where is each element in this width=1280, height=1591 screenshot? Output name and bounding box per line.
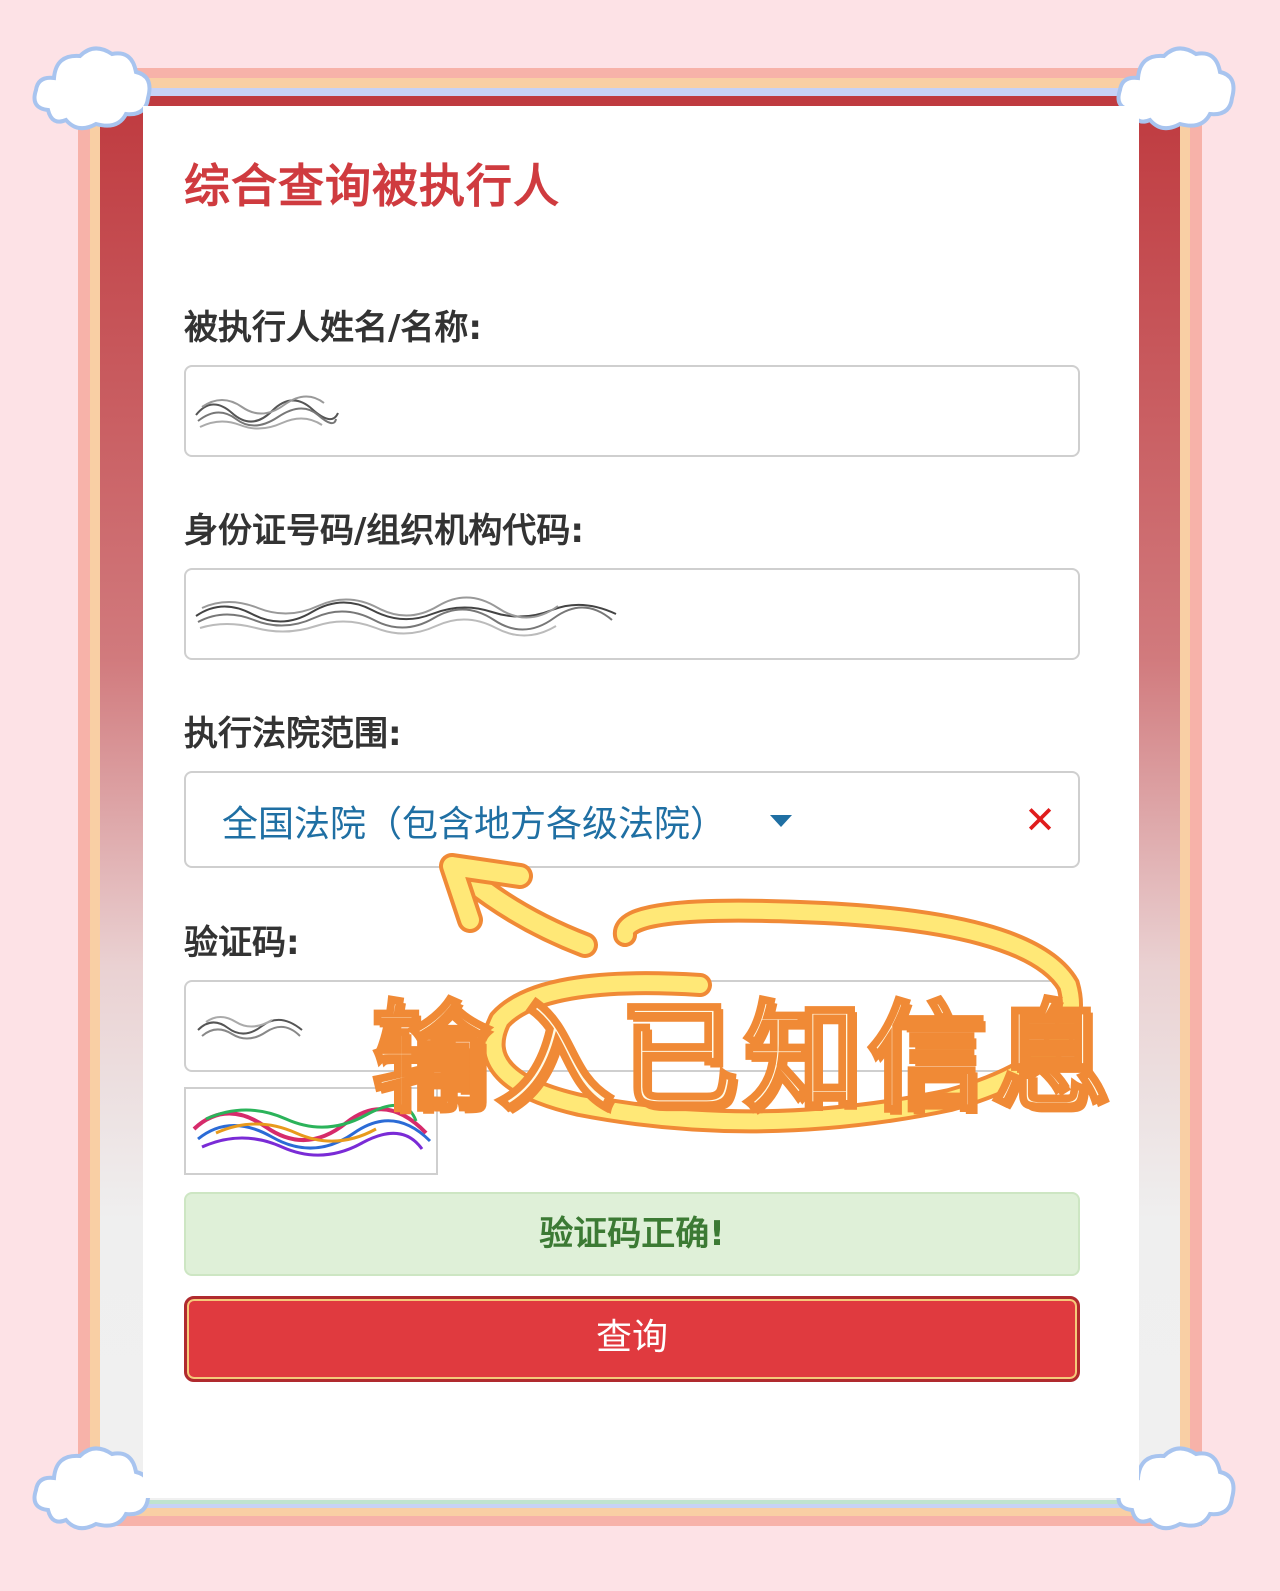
annotation-text: 输入已知信息 bbox=[370, 987, 1117, 1129]
annotation-overlay bbox=[439, 853, 1083, 1134]
